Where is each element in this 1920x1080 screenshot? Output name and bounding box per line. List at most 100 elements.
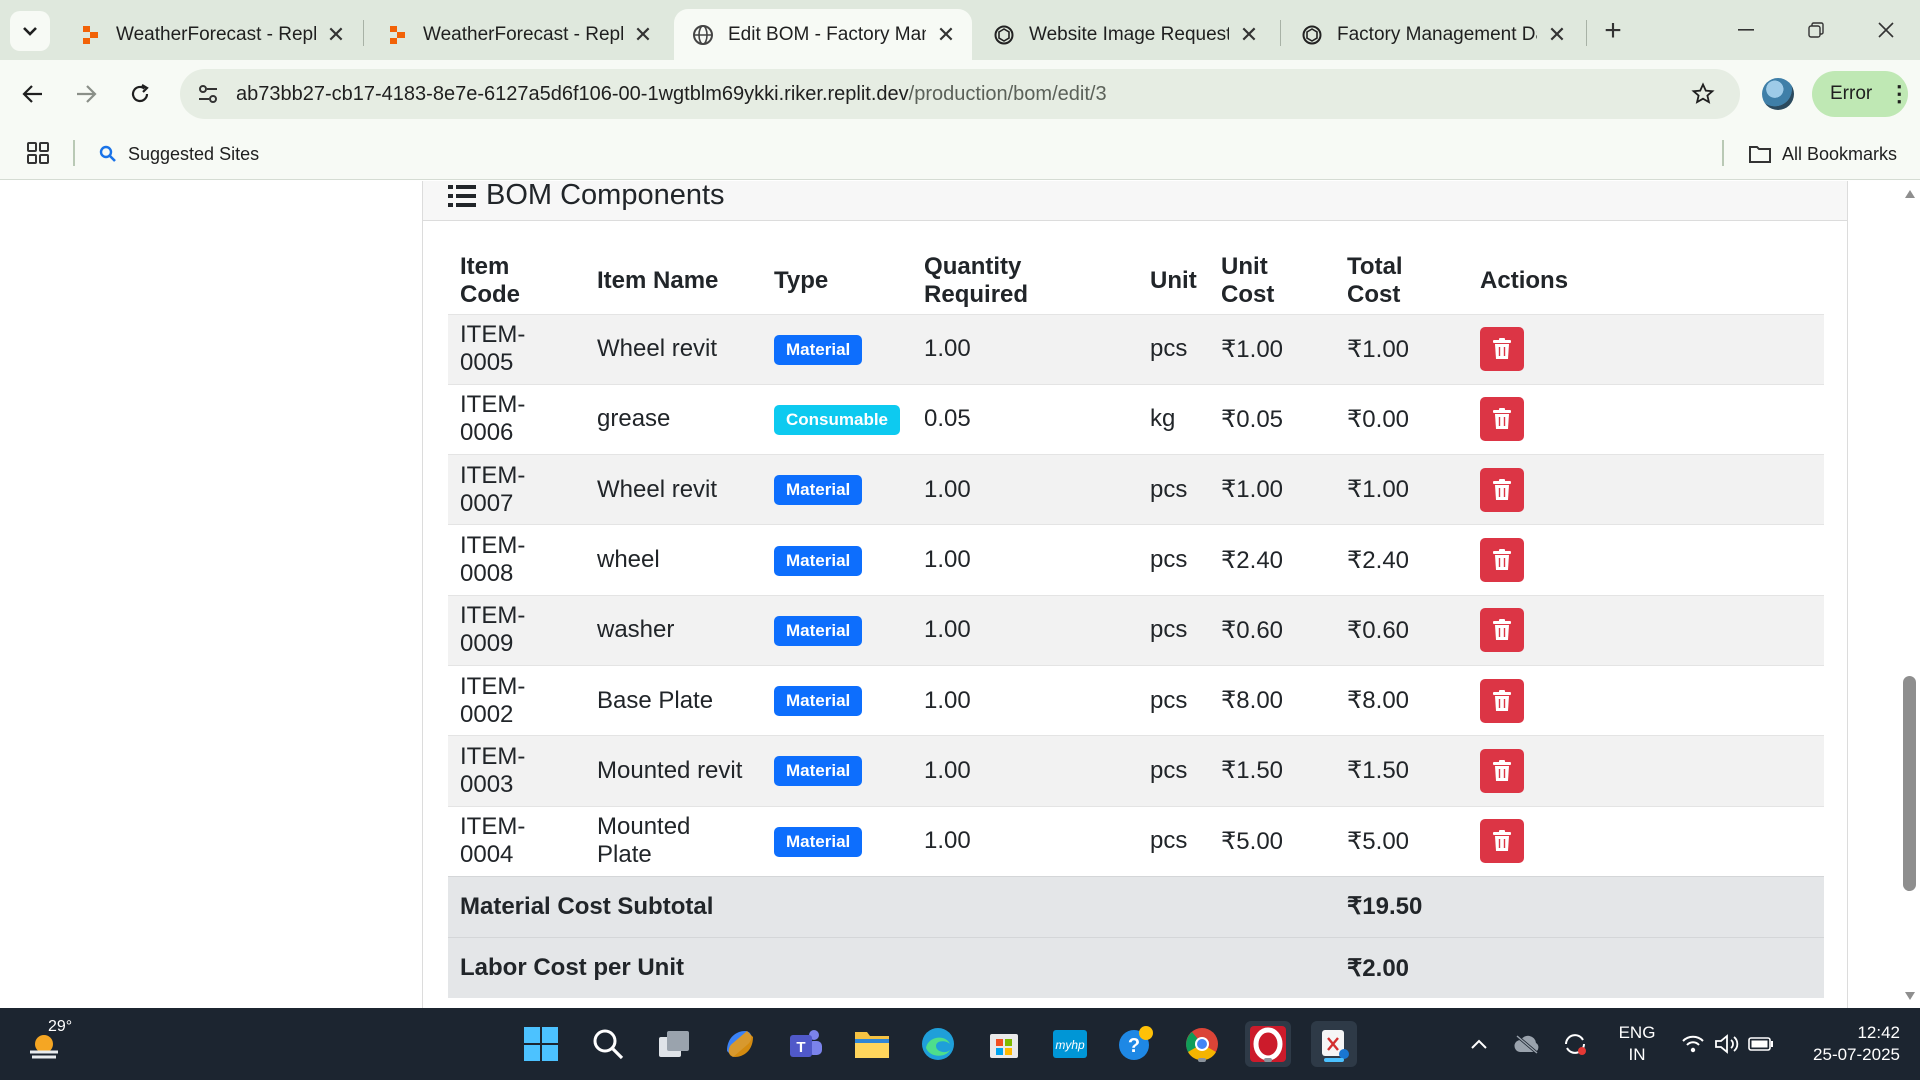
trash-icon <box>1493 549 1512 571</box>
new-tab-button[interactable]: + <box>1596 14 1630 48</box>
svg-text:myhp: myhp <box>1055 1038 1085 1052</box>
scroll-up-arrow-icon[interactable] <box>1904 189 1916 199</box>
item-name: Mounted Plate <box>585 805 762 877</box>
list-icon <box>448 185 476 207</box>
all-bookmarks-button[interactable]: All Bookmarks <box>1748 128 1897 180</box>
tab-factory-management[interactable]: Factory Management Dat ✕ <box>1283 9 1583 60</box>
close-icon[interactable]: ✕ <box>934 22 958 47</box>
chrome-icon <box>1186 1028 1218 1061</box>
delete-component-button[interactable] <box>1480 819 1525 864</box>
tab-edit-bom[interactable]: Edit BOM - Factory Mana ✕ <box>674 9 972 60</box>
trash-icon <box>1493 619 1512 641</box>
bookmark-label: All Bookmarks <box>1782 143 1898 164</box>
language-indicator[interactable]: ENG IN <box>1612 1022 1662 1066</box>
file-explorer-app[interactable] <box>849 1021 895 1067</box>
url-text[interactable]: ab73bb27-cb17-4183-8e7e-6127a5d6f106-00-… <box>236 83 1107 106</box>
bookmark-divider <box>1722 140 1724 166</box>
close-icon[interactable]: ✕ <box>631 22 655 47</box>
edge-app[interactable] <box>915 1021 961 1067</box>
tab-website-image-request[interactable]: Website Image Request ✕ <box>975 9 1275 60</box>
network-tray[interactable] <box>1676 1008 1710 1080</box>
unit: pcs <box>1138 735 1210 807</box>
actions-cell <box>1468 805 1824 877</box>
profile-error-button[interactable]: Error ⋮ <box>1812 71 1910 117</box>
apps-grid-icon[interactable] <box>26 141 50 165</box>
column-header: Actions <box>1480 267 1569 295</box>
close-icon[interactable]: ✕ <box>324 22 348 47</box>
summary-value: ₹19.50 <box>1335 875 1824 938</box>
close-icon[interactable]: ✕ <box>1545 22 1569 47</box>
delete-component-button[interactable] <box>1480 748 1525 793</box>
site-settings-icon[interactable] <box>188 74 228 114</box>
forward-button[interactable] <box>66 74 106 114</box>
quantity-required: 1.00 <box>912 313 1139 385</box>
snipping-tool-app[interactable] <box>1311 1021 1357 1067</box>
microsoft-store-app[interactable] <box>981 1021 1027 1067</box>
quantity-required: 1.00 <box>912 524 1139 596</box>
table-row: ITEM-0002 Base Plate Material 1.00 pcs ₹8.00 ₹… <box>448 664 1824 736</box>
table-row: ITEM-0005 Wheel revit Material 1.00 pcs ₹1.00… <box>448 313 1824 385</box>
item-type-cell: Material <box>762 735 913 807</box>
close-icon[interactable]: ✕ <box>1237 22 1261 47</box>
unit: pcs <box>1138 524 1210 596</box>
show-hidden-icons-button[interactable] <box>1464 1008 1494 1080</box>
teams-app[interactable]: T <box>783 1021 829 1067</box>
opera-app[interactable] <box>1245 1021 1291 1067</box>
reload-button[interactable] <box>120 74 160 114</box>
unit-cost: ₹1.50 <box>1209 735 1336 807</box>
quantity-required: 1.00 <box>912 735 1139 807</box>
restore-icon <box>1808 22 1824 38</box>
tab-weatherforecast-1[interactable]: WeatherForecast - Replit ✕ <box>62 9 362 60</box>
tab-search-button[interactable] <box>10 11 50 51</box>
delete-component-button[interactable] <box>1480 538 1525 583</box>
quantity-required: 1.00 <box>912 805 1139 877</box>
delete-component-button[interactable] <box>1480 467 1525 512</box>
unit: pcs <box>1138 313 1210 385</box>
unit-cost: ₹1.00 <box>1209 454 1336 525</box>
bookmark-star-icon[interactable] <box>1686 77 1720 111</box>
battery-tray[interactable] <box>1744 1008 1778 1080</box>
task-view-button[interactable] <box>651 1021 697 1067</box>
tab-weatherforecast-2[interactable]: WeatherForecast - Replit ✕ <box>369 9 669 60</box>
profile-avatar[interactable] <box>1762 78 1794 110</box>
trash-icon <box>1493 689 1512 711</box>
tab-title: Edit BOM - Factory Mana <box>728 23 926 45</box>
delete-component-button[interactable] <box>1480 397 1525 442</box>
replit-icon <box>387 24 409 46</box>
scrollbar-thumb[interactable] <box>1903 676 1916 891</box>
error-label: Error <box>1830 83 1873 104</box>
volume-icon <box>1715 1034 1739 1054</box>
delete-component-button[interactable] <box>1480 608 1525 653</box>
onedrive-tray[interactable] <box>1510 1008 1544 1080</box>
item-name: wheel <box>585 524 762 596</box>
language-code: ENG <box>1618 1023 1656 1042</box>
folder-icon <box>1749 146 1771 163</box>
help-icon: ? <box>1119 1026 1153 1060</box>
address-bar[interactable]: ab73bb27-cb17-4183-8e7e-6127a5d6f106-00-… <box>180 69 1740 119</box>
back-button[interactable] <box>13 74 53 114</box>
restore-button[interactable] <box>1786 10 1846 50</box>
scroll-down-arrow-icon[interactable] <box>1904 991 1916 1001</box>
tab-title: Factory Management Dat <box>1337 23 1537 45</box>
weather-widget[interactable]: 29° <box>26 1018 86 1070</box>
temperature: 29° <box>48 1018 73 1035</box>
close-window-button[interactable] <box>1856 10 1916 50</box>
volume-tray[interactable] <box>1710 1008 1744 1080</box>
url-path: /production/bom/edit/3 <box>908 82 1107 105</box>
copilot-app[interactable] <box>717 1021 763 1067</box>
start-button[interactable] <box>518 1021 564 1067</box>
delete-component-button[interactable] <box>1480 327 1525 372</box>
arrow-left-icon <box>22 85 42 103</box>
chrome-app[interactable] <box>1179 1021 1225 1067</box>
sync-tray[interactable] <box>1558 1008 1592 1080</box>
system-clock[interactable]: 12:42 25-07-2025 <box>1790 1022 1900 1066</box>
delete-component-button[interactable] <box>1480 678 1525 723</box>
bookmark-suggested-sites[interactable]: Suggested Sites <box>99 128 259 180</box>
help-app[interactable]: ? <box>1113 1021 1159 1067</box>
minimize-button[interactable] <box>1716 10 1776 50</box>
type-badge: Material <box>774 686 863 717</box>
taskbar-search[interactable] <box>585 1021 631 1067</box>
copilot-icon <box>727 1031 753 1057</box>
myhp-app[interactable]: myhp <box>1047 1021 1093 1067</box>
more-menu-icon: ⋮ <box>1888 81 1910 106</box>
